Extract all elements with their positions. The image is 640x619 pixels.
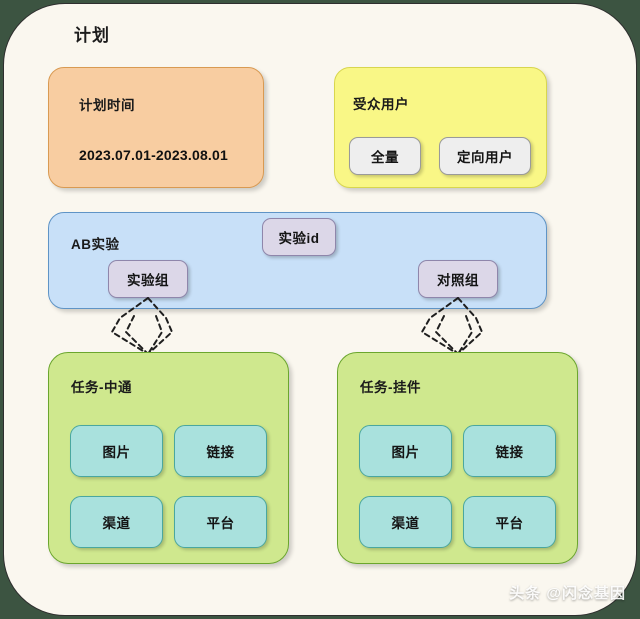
screenshot-stage: 计划 计划时间 2023.07.01-2023.08.01 受众用户 全量 定向… [0, 0, 640, 619]
task-box-guajian[interactable]: 任务-挂件 图片 链接 渠道 平台 [337, 352, 578, 564]
control-group-chip[interactable]: 对照组 [418, 260, 498, 298]
plan-time-box[interactable]: 计划时间 2023.07.01-2023.08.01 [48, 67, 264, 188]
ab-experiment-label: AB实验 [71, 237, 120, 252]
watermark: 头条 @闪念基因 [509, 585, 626, 602]
diagram-card: 计划 计划时间 2023.07.01-2023.08.01 受众用户 全量 定向… [3, 3, 637, 616]
audience-option-full[interactable]: 全量 [349, 137, 421, 175]
task-item-channel-zhongtong[interactable]: 渠道 [70, 496, 163, 548]
task-item-image-guajian[interactable]: 图片 [359, 425, 452, 477]
task-item-link-guajian[interactable]: 链接 [463, 425, 556, 477]
task-item-platform-zhongtong[interactable]: 平台 [174, 496, 267, 548]
task-item-platform-guajian[interactable]: 平台 [463, 496, 556, 548]
audience-option-targeted[interactable]: 定向用户 [439, 137, 531, 175]
audience-label: 受众用户 [353, 97, 409, 112]
task-item-image-zhongtong[interactable]: 图片 [70, 425, 163, 477]
plan-time-value: 2023.07.01-2023.08.01 [79, 147, 228, 163]
task-item-link-zhongtong[interactable]: 链接 [174, 425, 267, 477]
task-label-zhongtong: 任务-中通 [71, 380, 132, 395]
connector-experiment-group-to-task [110, 297, 174, 355]
task-label-guajian: 任务-挂件 [360, 380, 421, 395]
task-box-zhongtong[interactable]: 任务-中通 图片 链接 渠道 平台 [48, 352, 289, 564]
page-title: 计划 [74, 26, 110, 45]
experiment-group-chip[interactable]: 实验组 [108, 260, 188, 298]
plan-time-label: 计划时间 [79, 98, 135, 113]
task-item-channel-guajian[interactable]: 渠道 [359, 496, 452, 548]
experiment-id-chip[interactable]: 实验id [262, 218, 336, 256]
connector-control-group-to-task [420, 297, 484, 355]
